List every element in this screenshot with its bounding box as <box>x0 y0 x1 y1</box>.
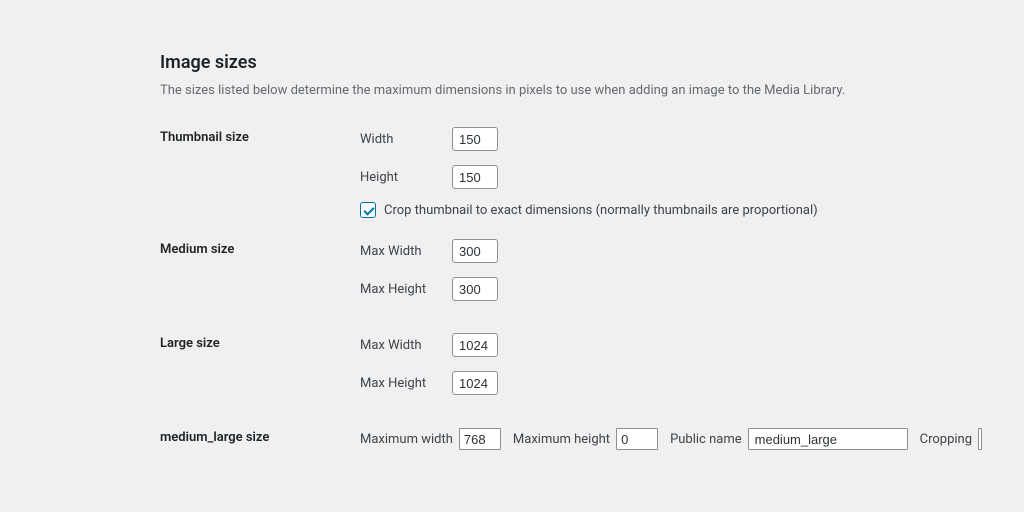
thumbnail-width-input[interactable] <box>452 127 498 151</box>
medium-large-public-name-input[interactable] <box>748 428 908 450</box>
large-section-label: Large size <box>160 326 360 351</box>
large-max-height-label: Max Height <box>360 376 452 391</box>
medium-max-height-label: Max Height <box>360 282 452 297</box>
medium-large-cropping-input[interactable] <box>978 428 982 450</box>
thumbnail-height-input[interactable] <box>452 165 498 189</box>
medium-large-cropping-label: Cropping <box>920 432 972 447</box>
medium-large-max-height-input[interactable] <box>616 428 658 450</box>
thumbnail-height-label: Height <box>360 170 452 185</box>
medium-max-height-input[interactable] <box>452 277 498 301</box>
thumbnail-section-label: Thumbnail size <box>160 120 360 145</box>
page-description: The sizes listed below determine the max… <box>160 83 1024 98</box>
medium-large-max-height-label: Maximum height <box>513 432 610 447</box>
medium-max-width-input[interactable] <box>452 239 498 263</box>
medium-large-public-name-label: Public name <box>670 432 742 447</box>
thumbnail-crop-checkbox[interactable] <box>360 202 376 218</box>
medium-large-section-label: medium_large size <box>160 420 360 445</box>
large-max-width-label: Max Width <box>360 338 452 353</box>
large-max-height-input[interactable] <box>452 371 498 395</box>
medium-large-max-width-input[interactable] <box>459 428 501 450</box>
large-max-width-input[interactable] <box>452 333 498 357</box>
thumbnail-width-label: Width <box>360 132 452 147</box>
medium-section-label: Medium size <box>160 232 360 257</box>
thumbnail-crop-label: Crop thumbnail to exact dimensions (norm… <box>384 203 818 218</box>
medium-large-max-width-label: Maximum width <box>360 432 453 447</box>
medium-max-width-label: Max Width <box>360 244 452 259</box>
page-heading: Image sizes <box>160 52 1024 73</box>
